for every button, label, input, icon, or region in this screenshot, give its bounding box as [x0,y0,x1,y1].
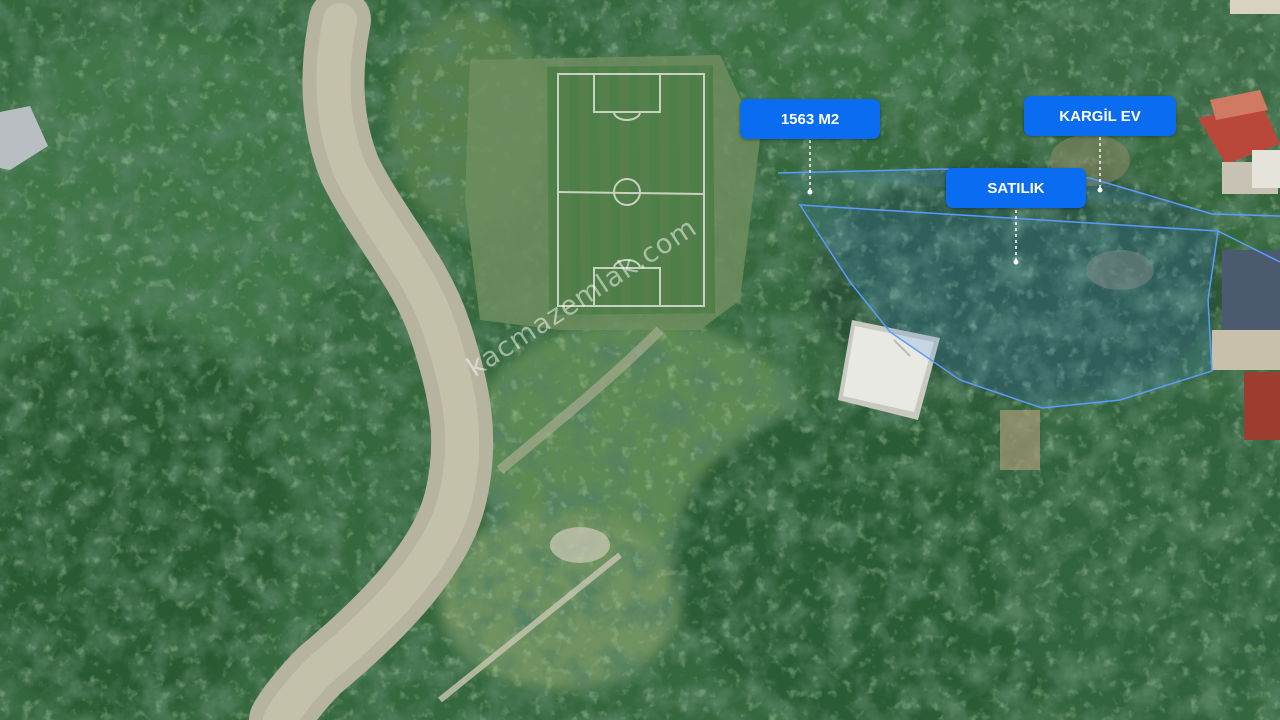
house-label-anchor [1097,187,1103,193]
building-top-right-corner [1230,0,1280,14]
area-label[interactable]: 1563 M2 [740,99,880,139]
satellite-map[interactable]: kacmazemlak.com 1563 M2 KARGİL EV SATILI… [0,0,1280,720]
area-label-anchor [807,189,813,195]
masonry-house-label[interactable]: KARGİL EV [1024,96,1176,136]
small-shed [1000,410,1040,470]
bare-ground [550,527,610,563]
sale-label-anchor [1013,259,1019,265]
for-sale-label[interactable]: SATILIK [946,168,1086,208]
